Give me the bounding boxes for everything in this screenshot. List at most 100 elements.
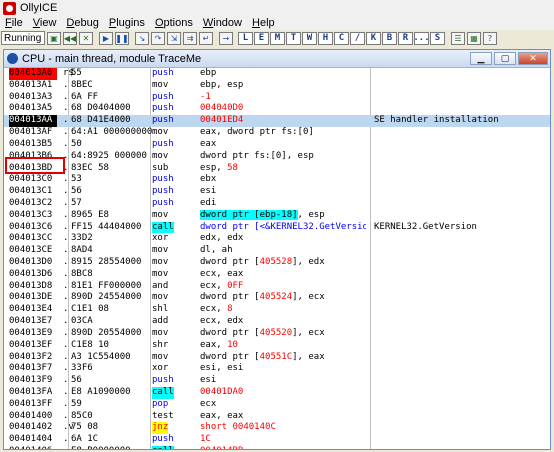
disasm-row[interactable]: 00401400. 85C0 test eax, eax xyxy=(4,411,550,423)
disasm-row[interactable]: 004013BD. 83EC 58 sub esp, 58 xyxy=(4,163,550,175)
cpu-button[interactable]: C xyxy=(334,31,349,45)
disasm-row[interactable]: 004013D8. 81E1 FF000000 and ecx, 0FF xyxy=(4,281,550,293)
disasm-row[interactable]: 004013C3. 8965 E8 mov dword ptr [ebp-18], e… xyxy=(4,209,550,222)
disasm-row[interactable]: 004013C1. 56 push esi xyxy=(4,186,550,198)
mnemonic-cell: mov xyxy=(152,127,169,138)
handles-button[interactable]: H xyxy=(318,31,333,45)
app-title: OllyICE xyxy=(20,2,58,14)
help-icon[interactable]: ? xyxy=(483,31,497,45)
disasm-row[interactable]: 004013FA. E8 A1090000 call 00401DA0 xyxy=(4,386,550,399)
call-stack-button[interactable]: K xyxy=(366,31,381,45)
cpu-window: CPU - main thread, module TraceMe ▁ ▢ ✕ … xyxy=(3,49,551,450)
mnemonic-cell: push xyxy=(152,115,174,126)
modules-button[interactable]: E xyxy=(254,31,269,45)
menu-plugins[interactable]: Plugins xyxy=(104,17,150,29)
mnemonic-cell: shr xyxy=(152,339,169,350)
disasm-row[interactable]: 00401404. 6A 1C push 1C xyxy=(4,434,550,446)
log-window-button[interactable]: L xyxy=(238,31,253,45)
jump-marker: . xyxy=(63,115,69,126)
operands-cell: esi, esi xyxy=(200,363,244,374)
disasm-row[interactable]: 004013DE. 890D 24554000 mov dword ptr [4055… xyxy=(4,292,550,304)
menu-help[interactable]: Help xyxy=(247,17,280,29)
breakpoints-button[interactable]: B xyxy=(382,31,397,45)
disasm-row[interactable]: 004013FF. 59 pop ecx xyxy=(4,399,550,411)
minimize-button[interactable]: ▁ xyxy=(470,52,492,65)
hex-dump-cell: 55 xyxy=(71,68,82,78)
comment-cell: SE handler installation xyxy=(374,115,499,126)
maximize-button[interactable]: ▢ xyxy=(494,52,516,65)
jump-marker: . xyxy=(63,233,69,244)
threads-button[interactable]: T xyxy=(286,31,301,45)
operands-cell: edi xyxy=(200,197,217,208)
references-button[interactable]: R xyxy=(398,31,413,45)
memory-map-button[interactable]: M xyxy=(270,31,285,45)
pause-icon[interactable]: ❚❚ xyxy=(115,31,129,45)
disasm-row[interactable]: 004013F9. 56 push esi xyxy=(4,375,550,387)
disasm-row[interactable]: 004013EF. C1E8 10 shr eax, 10 xyxy=(4,340,550,352)
disasm-row[interactable]: 004013C2. 57 push edi xyxy=(4,198,550,210)
disasm-row[interactable]: 004013C0. 53 push ebx xyxy=(4,174,550,186)
disasm-row[interactable]: 004013AF. 64:A1 000000000 mov eax, dword pt… xyxy=(4,127,550,139)
disasm-row[interactable]: 004013E4. C1E1 08 shl ecx, 8 xyxy=(4,304,550,316)
selected-address-highlight-box xyxy=(5,157,65,174)
disasm-row[interactable]: 004013A0 r$ 55 push ebp xyxy=(4,68,550,80)
step-over-icon[interactable]: ↷ xyxy=(151,31,165,45)
disasm-row[interactable]: 004013F7. 33F6 xor esi, esi xyxy=(4,363,550,375)
operands-cell: ebp, esp xyxy=(200,79,244,90)
jump-marker: . xyxy=(63,410,69,421)
hex-dump-cell: 6A 1C xyxy=(71,434,99,445)
disasm-row[interactable]: 00401406.E8 B0000000call 004014BB xyxy=(4,446,550,449)
mnemonic-cell: call xyxy=(152,221,174,234)
address-cell: 004013F2 xyxy=(9,351,53,362)
close-window-button[interactable]: ✕ xyxy=(518,52,548,65)
operands-cell: eax, 10 xyxy=(200,339,238,350)
disasm-row[interactable]: 00401402 .v 75 08 jnz short 0040140C xyxy=(4,422,550,435)
mnemonic-cell: mov xyxy=(152,79,169,90)
menu-view[interactable]: View xyxy=(28,17,62,29)
disasm-row[interactable]: 004013C6. FF15 44404000 call dword ptr [<&K… xyxy=(4,221,550,234)
rewind-icon[interactable]: ◀◀ xyxy=(63,31,77,45)
disasm-row[interactable]: 004013A3. 6A FF push -1 xyxy=(4,92,550,104)
source-button[interactable]: S xyxy=(430,31,445,45)
address-cell: 004013A3 xyxy=(9,91,53,102)
disasm-row[interactable]: 004013B5. 50 push eax xyxy=(4,139,550,151)
mnemonic-cell: push xyxy=(152,138,174,149)
run-icon[interactable]: ▶ xyxy=(99,31,113,45)
mnemonic-cell: mov xyxy=(152,292,169,303)
open-icon[interactable]: ▣ xyxy=(47,31,61,45)
hex-dump-cell: A3 1C554000 xyxy=(71,351,131,362)
disasm-row[interactable]: 004013CE. 8AD4 mov dl, ah xyxy=(4,245,550,257)
disasm-row[interactable]: 004013E7. 03CA add ecx, edx xyxy=(4,316,550,328)
menu-options[interactable]: Options xyxy=(150,17,198,29)
disasm-row[interactable]: 004013A1. 8BEC mov ebp, esp xyxy=(4,80,550,92)
disasm-row[interactable]: 004013A5. 68 D0404000 push 004040D0 xyxy=(4,103,550,115)
mnemonic-cell: mov xyxy=(152,150,169,161)
menu-file[interactable]: File xyxy=(0,17,28,29)
trace-into-icon[interactable]: ⇲ xyxy=(167,31,181,45)
trace-over-icon[interactable]: ⇉ xyxy=(183,31,197,45)
grid-view-icon[interactable]: ▦ xyxy=(467,31,481,45)
disasm-row[interactable]: 004013B6. 64:8925 000000 mov dword ptr fs:[… xyxy=(4,151,550,163)
disasm-row[interactable]: 004013F2. A3 1C554000 mov dword ptr [40551C… xyxy=(4,352,550,364)
disasm-row[interactable]: 004013CC. 33D2 xor edx, edx xyxy=(4,233,550,245)
mnemonic-cell: and xyxy=(152,280,169,291)
step-into-icon[interactable]: ↘ xyxy=(135,31,149,45)
address-cell: 004013FF xyxy=(9,398,53,409)
mnemonic-cell: push xyxy=(152,91,174,102)
menu-debug[interactable]: Debug xyxy=(61,17,103,29)
disasm-row[interactable]: 004013D0. 8915 28554000 mov dword ptr [4055… xyxy=(4,257,550,269)
hex-dump-cell: 59 xyxy=(71,398,82,409)
mnemonic-cell: push xyxy=(152,186,174,197)
disasm-row[interactable]: 004013AA. 68 D41E4000 push 00401ED4 SE handl… xyxy=(4,115,550,128)
patches-button[interactable]: / xyxy=(350,31,365,45)
goto-icon[interactable]: → xyxy=(219,31,233,45)
menu-window[interactable]: Window xyxy=(198,17,247,29)
close-icon[interactable]: ✕ xyxy=(79,31,93,45)
disassembly-pane[interactable]: 004013A0 r$ 55 push ebp 004013A1. 8BEC mov ebp, … xyxy=(4,68,550,449)
list-view-icon[interactable]: ☰ xyxy=(451,31,465,45)
windows-button[interactable]: W xyxy=(302,31,317,45)
run-trace-button[interactable]: ... xyxy=(413,31,430,45)
execute-till-return-icon[interactable]: ↵ xyxy=(199,31,213,45)
disasm-row[interactable]: 004013D6. 8BC8 mov ecx, eax xyxy=(4,269,550,281)
disasm-row[interactable]: 004013E9. 890D 20554000 mov dword ptr [4055… xyxy=(4,328,550,340)
